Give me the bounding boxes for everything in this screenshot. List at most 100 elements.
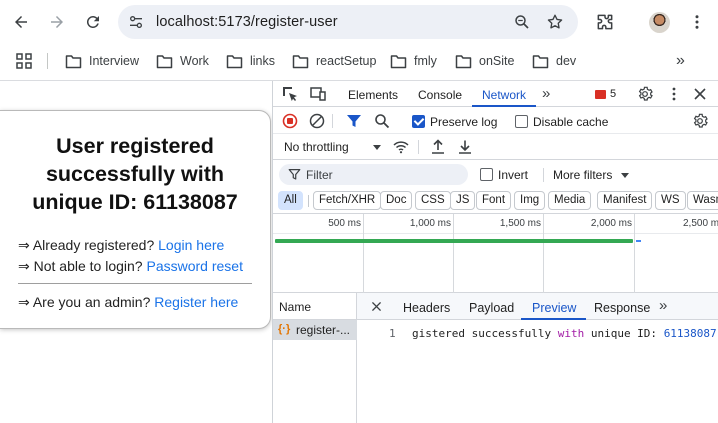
tab-preview[interactable]: Preview	[532, 301, 576, 315]
type-filter-ws[interactable]: WS	[655, 191, 686, 210]
network-settings-gear-icon[interactable]	[692, 113, 708, 129]
type-filter-media[interactable]: Media	[548, 191, 592, 210]
tab-response[interactable]: Response	[594, 301, 650, 315]
bookmark-folder-links[interactable]: links	[226, 52, 275, 70]
back-button[interactable]	[10, 11, 32, 33]
bookmark-folder-fmly[interactable]: fmly	[390, 52, 437, 70]
xhr-request-icon: {·}	[278, 323, 291, 335]
timeline-tick-label: 500 ms	[328, 218, 361, 229]
password-reset-link[interactable]: Password reset	[146, 258, 242, 274]
type-filter-doc[interactable]: Doc	[380, 191, 413, 210]
preserve-log-label[interactable]: Preserve log	[430, 115, 497, 129]
tab-headers[interactable]: Headers	[403, 301, 450, 315]
folder-icon	[390, 54, 407, 68]
invert-checkbox[interactable]	[480, 168, 493, 181]
disable-cache-label[interactable]: Disable cache	[533, 115, 608, 129]
preview-text-middle: unique ID:	[584, 327, 664, 340]
close-devtools-icon[interactable]	[692, 86, 708, 102]
name-header-label: Name	[279, 300, 312, 314]
timeline-gridline	[634, 214, 635, 294]
extensions-puzzle-icon[interactable]	[595, 12, 615, 32]
tab-network[interactable]: Network	[482, 88, 526, 102]
type-filter-img[interactable]: Img	[514, 191, 546, 210]
bookmark-folder-onsite[interactable]: onSite	[455, 52, 514, 70]
more-tabs-button[interactable]: »	[542, 85, 550, 102]
disable-cache-checkbox[interactable]	[515, 115, 528, 128]
site-info-icon[interactable]	[128, 14, 144, 30]
bookmark-label: links	[250, 54, 276, 68]
customize-kebab-icon[interactable]	[666, 86, 682, 102]
invert-label[interactable]: Invert	[498, 168, 528, 182]
type-filter-wasm[interactable]: Wasm	[687, 191, 718, 210]
type-filter-manifest[interactable]: Manifest	[597, 191, 653, 210]
apps-grid-icon[interactable]	[16, 53, 32, 69]
close-detail-icon[interactable]	[370, 300, 383, 313]
toolbar-separator	[332, 114, 333, 128]
more-filters-dropdown[interactable]: More filters	[553, 168, 612, 182]
network-toolbar: Preserve log Disable cache	[273, 108, 718, 134]
forward-button[interactable]	[46, 11, 68, 33]
export-har-download-icon[interactable]	[457, 139, 473, 155]
bookmark-folder-work[interactable]: Work	[156, 52, 209, 70]
profile-avatar[interactable]	[649, 12, 670, 33]
login-help-line: ⇒ Not able to login? Password reset	[18, 258, 243, 275]
reload-button[interactable]	[82, 11, 104, 33]
timeline-tick-label: 1,500 ms	[499, 218, 541, 229]
chevron-down-icon	[621, 173, 629, 178]
import-har-upload-icon[interactable]	[430, 139, 446, 155]
clear-log-icon[interactable]	[309, 113, 325, 129]
timeline-tick-label: 1,000 ms	[409, 218, 451, 229]
more-detail-tabs-button[interactable]: »	[659, 297, 667, 314]
type-filter-fetch-xhr[interactable]: Fetch/XHR	[313, 191, 382, 210]
filter-input[interactable]: Filter	[279, 164, 468, 185]
folder-icon	[455, 54, 472, 68]
request-timing-bar	[275, 239, 633, 243]
type-filter-css[interactable]: CSS	[415, 191, 451, 210]
page-content: User registered successfully with unique…	[0, 81, 272, 423]
active-tab-indicator	[472, 105, 536, 107]
network-conditions-wifi-icon[interactable]	[393, 139, 409, 155]
bookmark-label: Work	[180, 54, 209, 68]
login-link[interactable]: Login here	[158, 237, 224, 253]
type-filter-all[interactable]: All	[278, 191, 303, 210]
tab-payload[interactable]: Payload	[469, 301, 514, 315]
bookmark-folder-interview[interactable]: Interview	[65, 52, 139, 70]
settings-gear-icon[interactable]	[637, 86, 653, 102]
bookmark-folder-reactsetup[interactable]: reactSetup	[292, 52, 376, 70]
more-bookmarks-button[interactable]: »	[676, 52, 690, 69]
folder-icon	[65, 54, 82, 68]
address-bar[interactable]: localhost:5173/register-user	[118, 5, 578, 39]
throttling-select[interactable]: No throttling	[284, 140, 349, 154]
url-text[interactable]: localhost:5173/register-user	[156, 14, 338, 30]
tab-console[interactable]: Console	[418, 88, 462, 102]
type-filter-js[interactable]: JS	[450, 191, 476, 210]
search-icon[interactable]	[374, 113, 390, 129]
bookmark-star-icon[interactable]	[546, 13, 564, 31]
device-toolbar-icon[interactable]	[310, 86, 326, 102]
tab-elements[interactable]: Elements	[348, 88, 398, 102]
zoom-icon[interactable]	[513, 13, 531, 31]
bookmark-folder-dev[interactable]: dev	[532, 52, 576, 70]
type-filter-font[interactable]: Font	[476, 191, 512, 210]
card-divider	[18, 283, 252, 284]
admin-register-link[interactable]: Register here	[154, 294, 238, 310]
admin-text: ⇒ Are you an admin?	[18, 294, 151, 310]
line-number: 1	[389, 327, 396, 340]
login-help-text: ⇒ Not able to login?	[18, 258, 143, 274]
network-timeline-overview[interactable]: 500 ms 1,000 ms 1,500 ms 2,000 ms 2,500 …	[273, 213, 718, 294]
record-stop-icon[interactable]	[282, 113, 298, 129]
request-detail-pane: Headers Payload Preview Response » 1 gis…	[357, 293, 718, 423]
folder-icon	[292, 54, 309, 68]
preserve-log-checkbox[interactable]	[412, 115, 425, 128]
error-count: 5	[610, 88, 617, 100]
forward-arrow-icon	[51, 16, 63, 28]
devtools-tab-bar: Elements Console Network » 5	[273, 81, 718, 107]
request-row-register-user[interactable]: {·} register-...	[273, 320, 357, 340]
filter-placeholder: Filter	[306, 168, 333, 182]
filter-funnel-icon[interactable]	[346, 113, 362, 129]
name-column-header[interactable]: Name	[273, 293, 357, 320]
folder-icon	[532, 54, 549, 68]
inspect-element-icon[interactable]	[282, 86, 298, 102]
kebab-menu-icon[interactable]	[688, 13, 706, 31]
error-count-badge[interactable]: 5	[595, 88, 616, 100]
